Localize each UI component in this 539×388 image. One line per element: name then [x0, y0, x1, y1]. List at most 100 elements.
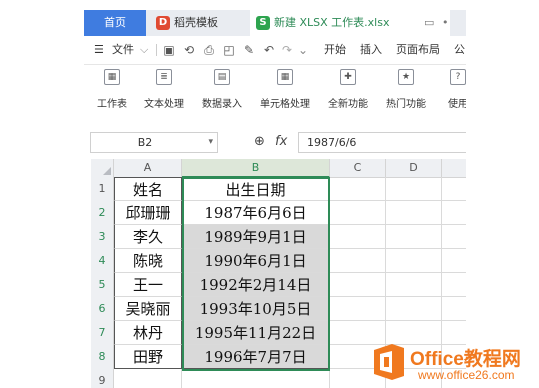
- cell-b7[interactable]: 1995年11月22日: [182, 321, 330, 345]
- row-header-5[interactable]: 5: [91, 273, 114, 298]
- cell-c6[interactable]: [330, 297, 386, 321]
- usage-label: 使用: [448, 99, 466, 110]
- cell-a8[interactable]: 田野: [114, 345, 182, 369]
- row-header-2[interactable]: 2: [91, 201, 114, 226]
- zoom-icon[interactable]: ⊕: [254, 134, 265, 149]
- data-entry-icon: ▤: [214, 69, 230, 85]
- menu-page-layout[interactable]: 页面布局: [396, 36, 440, 64]
- cell-a4[interactable]: 陈晓: [114, 249, 182, 273]
- new-features-button[interactable]: ✚ 全新功能: [322, 69, 374, 115]
- cell-b8[interactable]: 1996年7月7日: [182, 345, 330, 369]
- menu-home[interactable]: 开始: [324, 36, 346, 64]
- cell-d6[interactable]: [386, 297, 442, 321]
- menu-insert[interactable]: 插入: [360, 36, 382, 64]
- hamburger-icon[interactable]: ☰: [94, 36, 104, 64]
- cell-b6[interactable]: 1993年10月5日: [182, 297, 330, 321]
- undo-icon[interactable]: ↶: [262, 43, 276, 57]
- formula-input[interactable]: 1987/6/6: [298, 132, 466, 153]
- row-header-1[interactable]: 1: [91, 177, 114, 202]
- data-entry-label: 数据录入: [202, 99, 242, 110]
- select-all-corner[interactable]: [91, 159, 114, 178]
- cell-b2[interactable]: 1987年6月6日: [182, 201, 330, 225]
- usage-icon: ?: [450, 69, 466, 85]
- row-header-7[interactable]: 7: [91, 321, 114, 346]
- row-header-8[interactable]: 8: [91, 345, 114, 370]
- tab-docer-templates[interactable]: D 稻壳模板: [150, 10, 242, 36]
- print-preview-icon[interactable]: ◰: [222, 43, 236, 57]
- more-dots-icon[interactable]: •: [442, 10, 449, 36]
- hot-features-label: 热门功能: [386, 99, 426, 110]
- cell-a1[interactable]: 姓名: [114, 177, 182, 201]
- print-icon[interactable]: ⎙: [202, 43, 216, 57]
- column-header-b[interactable]: B: [182, 159, 330, 178]
- worksheet-button[interactable]: ▦ 工作表: [92, 69, 132, 115]
- menu-formulas[interactable]: 公: [454, 36, 465, 64]
- cell-d3[interactable]: [386, 225, 442, 249]
- title-tab-bar: 首页 D 稻壳模板 S 新建 XLSX 工作表.xlsx ▭ •: [84, 10, 466, 36]
- divider: [156, 44, 157, 56]
- row-header-9[interactable]: 9: [91, 369, 114, 388]
- usage-button[interactable]: ? 使用: [438, 69, 466, 115]
- new-features-label: 全新功能: [328, 99, 368, 110]
- column-header-c[interactable]: C: [330, 159, 386, 178]
- cell-e2[interactable]: [442, 201, 466, 225]
- cell-c2[interactable]: [330, 201, 386, 225]
- ribbon-toolbar: ▦ 工作表 ≣ 文本处理 ▤ 数据录入 ▦ 单元格处理 ✚ 全新功能 ★ 热门功…: [84, 65, 466, 117]
- cell-b3[interactable]: 1989年9月1日: [182, 225, 330, 249]
- cell-d5[interactable]: [386, 273, 442, 297]
- cell-e1[interactable]: [442, 177, 466, 201]
- tab-workbook[interactable]: S 新建 XLSX 工作表.xlsx: [250, 10, 450, 36]
- sync-icon[interactable]: ⟲: [182, 43, 196, 57]
- cell-c5[interactable]: [330, 273, 386, 297]
- cell-b9[interactable]: [182, 369, 330, 388]
- column-header-e[interactable]: [442, 159, 466, 178]
- tab-home[interactable]: 首页: [84, 10, 146, 36]
- hot-features-button[interactable]: ★ 热门功能: [380, 69, 432, 115]
- cell-e3[interactable]: [442, 225, 466, 249]
- data-entry-button[interactable]: ▤ 数据录入: [196, 69, 248, 115]
- row-header-6[interactable]: 6: [91, 297, 114, 322]
- monitor-icon[interactable]: ▭: [424, 10, 434, 36]
- menu-file[interactable]: 文件: [112, 36, 134, 64]
- cell-e4[interactable]: [442, 249, 466, 273]
- row-header-3[interactable]: 3: [91, 225, 114, 250]
- cell-e6[interactable]: [442, 297, 466, 321]
- cell-a9[interactable]: [115, 369, 182, 388]
- worksheet-icon: ▦: [104, 69, 120, 85]
- customize-chevron-icon[interactable]: ⌄: [296, 43, 310, 57]
- fx-icon[interactable]: fx: [275, 134, 287, 149]
- cell-e5[interactable]: [442, 273, 466, 297]
- text-processing-button[interactable]: ≣ 文本处理: [138, 69, 190, 115]
- format-painter-icon[interactable]: ✎: [242, 43, 256, 57]
- cell-a5[interactable]: 王一: [114, 273, 182, 297]
- cell-a3[interactable]: 李久: [114, 225, 182, 249]
- name-box[interactable]: B2 ▾: [90, 132, 218, 153]
- watermark-title: Office教程网: [410, 349, 521, 370]
- cell-a7[interactable]: 林丹: [114, 321, 182, 345]
- cell-c3[interactable]: [330, 225, 386, 249]
- cell-c1[interactable]: [330, 177, 386, 201]
- cell-a6[interactable]: 吴晓丽: [114, 297, 182, 321]
- cell-d2[interactable]: [386, 201, 442, 225]
- name-box-value: B2: [137, 136, 153, 149]
- hot-features-icon: ★: [398, 69, 414, 85]
- save-icon[interactable]: ▣: [162, 43, 176, 57]
- cell-processing-button[interactable]: ▦ 单元格处理: [254, 69, 316, 115]
- chevron-down-icon[interactable]: ⌵: [140, 36, 148, 64]
- cell-c4[interactable]: [330, 249, 386, 273]
- cell-d4[interactable]: [386, 249, 442, 273]
- tab-docer-label: 稻壳模板: [174, 16, 218, 29]
- cell-b4[interactable]: 1990年6月1日: [182, 249, 330, 273]
- chevron-down-icon[interactable]: ▾: [208, 133, 213, 152]
- redo-icon[interactable]: ↷: [280, 43, 294, 57]
- menu-bar: ☰ 文件 ⌵ ▣ ⟲ ⎙ ◰ ✎ ↶ ↷ ⌄ 开始 插入 页面布局 公: [84, 36, 466, 65]
- cell-b1[interactable]: 出生日期: [182, 177, 330, 201]
- text-processing-label: 文本处理: [144, 99, 184, 110]
- cell-b5[interactable]: 1992年2月14日: [182, 273, 330, 297]
- cell-a2[interactable]: 邱珊珊: [114, 201, 182, 225]
- column-header-d[interactable]: D: [386, 159, 442, 178]
- formula-tools: ⊕ fx: [254, 132, 287, 152]
- column-header-a[interactable]: A: [114, 159, 182, 178]
- cell-d1[interactable]: [386, 177, 442, 201]
- row-header-4[interactable]: 4: [91, 249, 114, 274]
